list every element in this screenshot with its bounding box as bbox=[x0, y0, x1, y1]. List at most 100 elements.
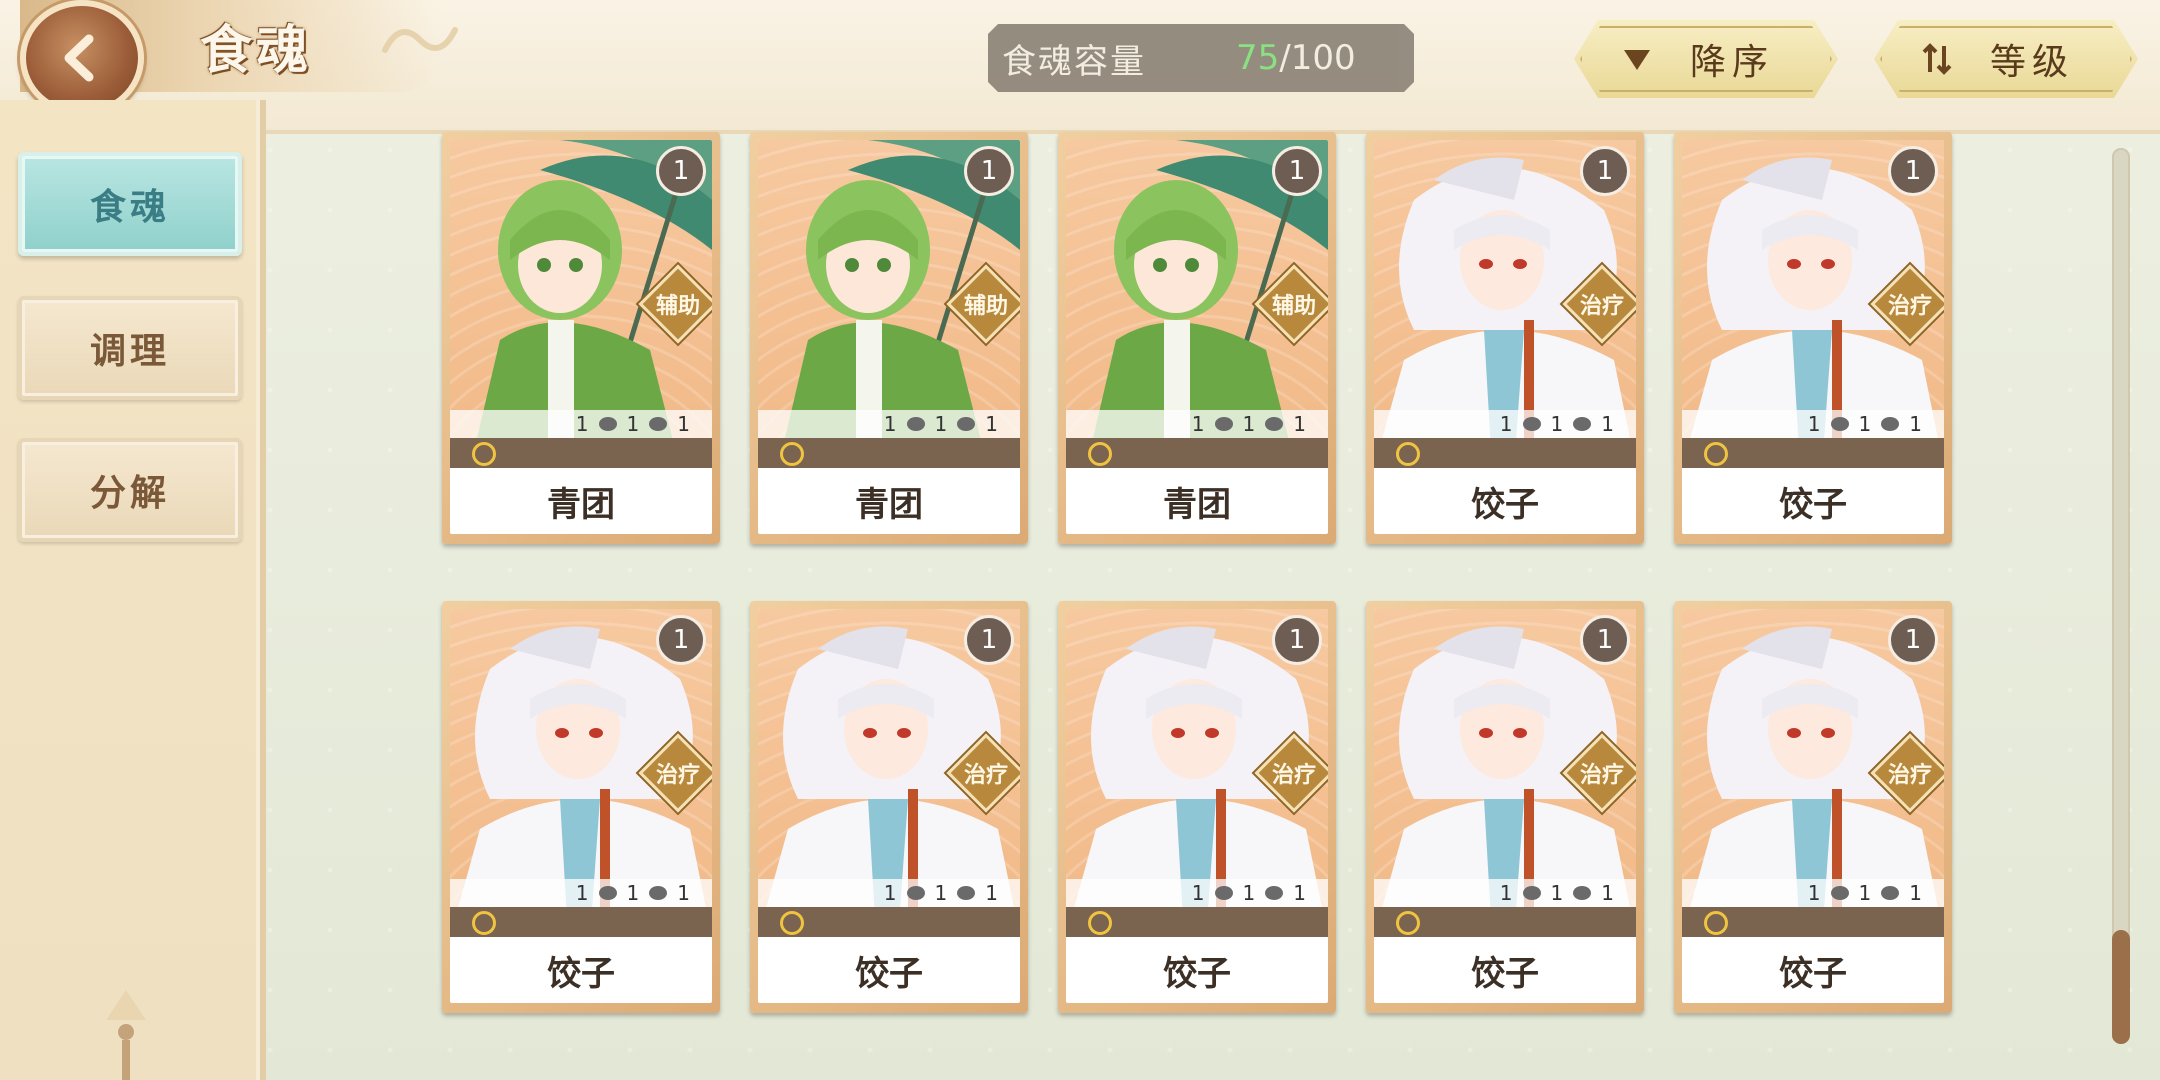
stat-c-value: 1 bbox=[1601, 881, 1614, 905]
star-ring-icon bbox=[780, 442, 804, 466]
stat-droplet-icon bbox=[906, 417, 925, 431]
level-badge: 1 bbox=[1580, 146, 1630, 196]
tab-decompose[interactable]: 分解 bbox=[18, 438, 242, 542]
capacity-display: 食魂容量 75 /100 bbox=[988, 24, 1414, 92]
level-badge: 1 bbox=[1580, 615, 1630, 665]
stat-droplet-icon bbox=[1214, 417, 1233, 431]
stat-flame-icon bbox=[649, 417, 668, 431]
card-stats: 1 1 1 bbox=[1682, 879, 1944, 907]
stat-a-value: 1 bbox=[1191, 412, 1205, 436]
stat-b-value: 1 bbox=[626, 881, 640, 905]
stat-a-value: 1 bbox=[883, 881, 897, 905]
level-badge: 1 bbox=[1888, 146, 1938, 196]
food-soul-card[interactable]: 1 1 1 1 治疗 饺子 bbox=[1058, 601, 1336, 1013]
food-soul-card[interactable]: 1 1 1 1 辅助 青团 bbox=[442, 132, 720, 544]
stat-b-value: 1 bbox=[1550, 881, 1564, 905]
stat-b-value: 1 bbox=[1242, 412, 1256, 436]
card-stats: 1 1 1 bbox=[1066, 879, 1328, 907]
scrollbar-thumb[interactable] bbox=[2112, 930, 2130, 1044]
food-soul-card[interactable]: 1 1 1 1 治疗 饺子 bbox=[1366, 132, 1644, 544]
star-bar bbox=[450, 907, 712, 937]
star-bar bbox=[1374, 907, 1636, 937]
card-inner: 1 1 1 1 辅助 青团 bbox=[758, 140, 1020, 534]
stat-c-value: 1 bbox=[677, 881, 690, 905]
card-stats: 1 1 1 bbox=[1374, 410, 1636, 438]
sort-key-button[interactable]: 等级 bbox=[1874, 20, 2138, 98]
food-soul-card[interactable]: 1 1 1 1 治疗 饺子 bbox=[1674, 132, 1952, 544]
star-bar bbox=[758, 438, 1020, 468]
stat-c-value: 1 bbox=[1293, 412, 1306, 436]
triangle-down-icon bbox=[1620, 42, 1654, 76]
card-stats: 1 1 1 bbox=[758, 410, 1020, 438]
tab-food-souls[interactable]: 食魂 bbox=[18, 152, 242, 256]
card-art: 1 1 1 1 治疗 bbox=[1066, 609, 1328, 937]
star-ring-icon bbox=[472, 911, 496, 935]
role-badge: 治疗 bbox=[946, 733, 1020, 813]
food-soul-card[interactable]: 1 1 1 1 治疗 饺子 bbox=[1674, 601, 1952, 1013]
stat-flame-icon bbox=[957, 417, 976, 431]
card-stats: 1 1 1 bbox=[450, 410, 712, 438]
card-stats: 1 1 1 bbox=[758, 879, 1020, 907]
stat-droplet-icon bbox=[598, 417, 617, 431]
stat-droplet-icon bbox=[1830, 886, 1849, 900]
star-ring-icon bbox=[1704, 442, 1728, 466]
card-art: 1 1 1 1 治疗 bbox=[450, 609, 712, 937]
level-badge: 1 bbox=[964, 615, 1014, 665]
card-inner: 1 1 1 1 治疗 饺子 bbox=[1374, 140, 1636, 534]
card-art: 1 1 1 1 辅助 bbox=[450, 140, 712, 468]
food-soul-card[interactable]: 1 1 1 1 治疗 饺子 bbox=[442, 601, 720, 1013]
food-soul-card[interactable]: 1 1 1 1 治疗 饺子 bbox=[1366, 601, 1644, 1013]
stat-flame-icon bbox=[1265, 417, 1284, 431]
stat-b-value: 1 bbox=[1858, 412, 1872, 436]
sort-order-button[interactable]: 降序 bbox=[1574, 20, 1838, 98]
card-inner: 1 1 1 1 治疗 饺子 bbox=[1682, 609, 1944, 1003]
level-badge: 1 bbox=[656, 615, 706, 665]
star-ring-icon bbox=[780, 911, 804, 935]
stat-droplet-icon bbox=[1522, 417, 1541, 431]
card-art: 1 1 1 1 辅助 bbox=[758, 140, 1020, 468]
card-name: 饺子 bbox=[1471, 484, 1539, 525]
back-button[interactable] bbox=[20, 0, 144, 116]
card-inner: 1 1 1 1 辅助 青团 bbox=[1066, 140, 1328, 534]
card-name: 饺子 bbox=[1471, 953, 1539, 994]
stat-a-value: 1 bbox=[1499, 881, 1513, 905]
role-label: 辅助 bbox=[963, 294, 1008, 319]
star-ring-icon bbox=[1088, 911, 1112, 935]
page-title: 食魂 bbox=[200, 20, 313, 81]
level-badge: 1 bbox=[964, 146, 1014, 196]
capacity-count: 75 bbox=[1236, 38, 1280, 78]
role-label: 辅助 bbox=[1271, 294, 1316, 319]
food-soul-card[interactable]: 1 1 1 1 辅助 青团 bbox=[750, 132, 1028, 544]
stat-droplet-icon bbox=[598, 886, 617, 900]
star-bar bbox=[1066, 438, 1328, 468]
food-soul-card[interactable]: 1 1 1 1 辅助 青团 bbox=[1058, 132, 1336, 544]
capacity-label: 食魂容量 bbox=[1002, 41, 1146, 82]
role-label: 治疗 bbox=[1887, 763, 1932, 788]
card-name: 青团 bbox=[1163, 484, 1231, 525]
role-label: 辅助 bbox=[655, 294, 700, 319]
sort-order-label: 降序 bbox=[1690, 42, 1775, 83]
tab-conditioning[interactable]: 调理 bbox=[18, 296, 242, 400]
card-art: 1 1 1 1 治疗 bbox=[1374, 609, 1636, 937]
role-label: 治疗 bbox=[1271, 763, 1316, 788]
card-inner: 1 1 1 1 治疗 饺子 bbox=[1374, 609, 1636, 1003]
role-badge: 治疗 bbox=[1562, 733, 1636, 813]
stat-droplet-icon bbox=[906, 886, 925, 900]
role-badge: 治疗 bbox=[638, 733, 712, 813]
level-badge: 1 bbox=[656, 146, 706, 196]
star-ring-icon bbox=[1396, 442, 1420, 466]
stat-b-value: 1 bbox=[1858, 881, 1872, 905]
card-name: 饺子 bbox=[1779, 484, 1847, 525]
role-badge: 治疗 bbox=[1870, 733, 1944, 813]
tassel-ornament-icon bbox=[106, 990, 146, 1080]
role-badge: 治疗 bbox=[1870, 264, 1944, 344]
level-badge: 1 bbox=[1888, 615, 1938, 665]
stat-b-value: 1 bbox=[934, 412, 948, 436]
scrollbar-track[interactable] bbox=[2112, 148, 2130, 1044]
stat-b-value: 1 bbox=[626, 412, 640, 436]
card-name: 青团 bbox=[855, 484, 923, 525]
stat-a-value: 1 bbox=[1499, 412, 1513, 436]
food-soul-card[interactable]: 1 1 1 1 治疗 饺子 bbox=[750, 601, 1028, 1013]
stat-flame-icon bbox=[1881, 417, 1900, 431]
card-name: 青团 bbox=[547, 484, 615, 525]
